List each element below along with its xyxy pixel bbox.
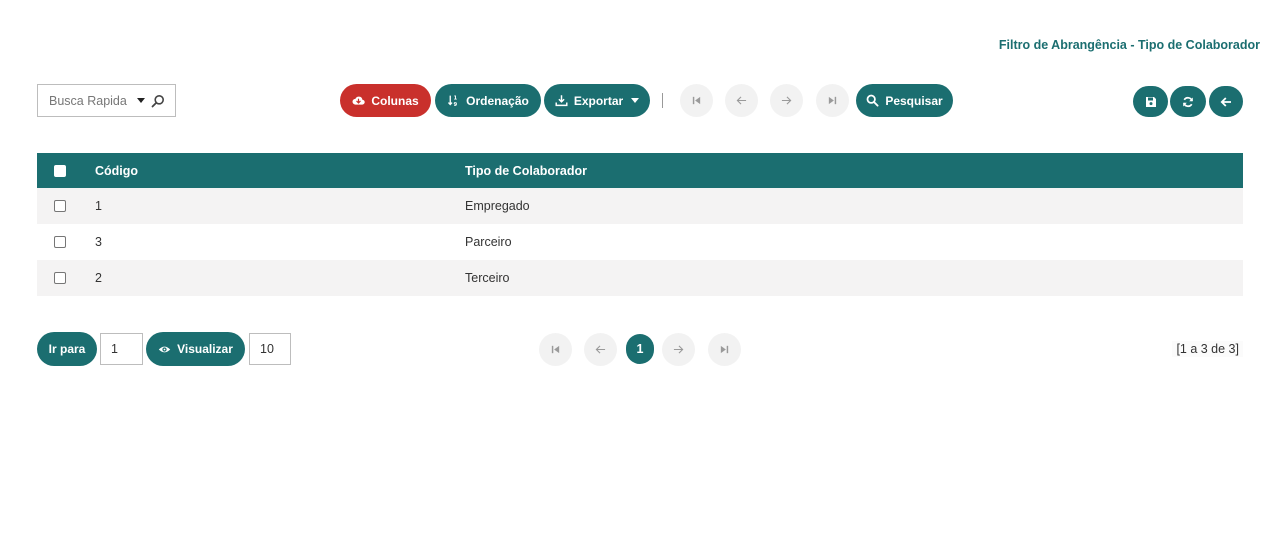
quick-search-input[interactable]	[49, 93, 129, 108]
table-row[interactable]: 1 Empregado	[37, 188, 1243, 224]
next-page-button[interactable]	[770, 84, 803, 117]
cell-codigo: 1	[95, 199, 102, 213]
page-info: [1 a 3 de 3]	[1172, 341, 1243, 357]
eye-icon	[158, 346, 171, 352]
cloud-download-icon	[352, 96, 366, 105]
table-row[interactable]: 2 Terceiro	[37, 260, 1243, 296]
toolbar-divider	[662, 93, 663, 108]
page: Filtro de Abrangência - Tipo de Colabora…	[0, 0, 1281, 540]
search-button-label: Pesquisar	[885, 93, 943, 108]
first-page-icon	[551, 345, 560, 354]
cell-tipo-colaborador: Empregado	[465, 199, 530, 213]
chevron-down-icon[interactable]	[137, 98, 145, 103]
prev-page-icon	[736, 96, 747, 105]
last-page-button[interactable]	[708, 333, 741, 366]
goto-page-input[interactable]: 1	[100, 333, 143, 365]
table-row[interactable]: 3 Parceiro	[37, 224, 1243, 260]
first-page-button[interactable]	[539, 333, 572, 366]
next-page-icon	[673, 345, 684, 354]
current-page-number: 1	[636, 342, 644, 356]
sort-button[interactable]: 1 9 Ordenação	[435, 84, 541, 117]
cell-tipo-colaborador: Parceiro	[465, 235, 512, 249]
refresh-button[interactable]	[1170, 86, 1206, 117]
header-codigo[interactable]: Código	[95, 164, 138, 178]
svg-text:1: 1	[454, 96, 458, 102]
prev-page-button[interactable]	[584, 333, 617, 366]
cell-tipo-colaborador: Terceiro	[465, 271, 510, 285]
goto-page-value: 1	[111, 342, 118, 356]
prev-page-button[interactable]	[725, 84, 758, 117]
last-page-icon	[828, 96, 837, 105]
grid-header: Código Tipo de Colaborador	[37, 153, 1243, 188]
search-icon	[866, 94, 879, 107]
first-page-button[interactable]	[680, 84, 713, 117]
goto-page-button[interactable]: Ir para	[37, 332, 97, 366]
chevron-down-icon	[631, 98, 640, 103]
current-page-button[interactable]: 1	[626, 334, 654, 364]
save-button[interactable]	[1133, 86, 1168, 117]
row-checkbox[interactable]	[54, 200, 66, 212]
page-size-value: 10	[260, 342, 274, 356]
sort-label: Ordenação	[466, 93, 529, 108]
header-tipo-colaborador[interactable]: Tipo de Colaborador	[465, 164, 587, 178]
last-page-icon	[720, 345, 729, 354]
toolbar: Colunas 1 9 Ordenação Exportar	[37, 84, 1243, 117]
prev-page-icon	[595, 345, 606, 354]
row-checkbox[interactable]	[54, 236, 66, 248]
next-page-icon	[781, 96, 792, 105]
view-label: Visualizar	[177, 342, 233, 356]
save-icon	[1145, 96, 1156, 107]
cell-codigo: 3	[95, 235, 102, 249]
quick-search[interactable]	[37, 84, 176, 117]
pagination-footer: Ir para 1 Visualizar 10 1 [1 a 3 de 3]	[37, 332, 1243, 366]
next-page-button[interactable]	[662, 333, 695, 366]
cell-codigo: 2	[95, 271, 102, 285]
svg-text:9: 9	[454, 102, 458, 107]
page-size-input[interactable]: 10	[249, 333, 291, 365]
back-arrow-icon	[1220, 96, 1231, 107]
last-page-button[interactable]	[816, 84, 849, 117]
goto-label: Ir para	[48, 342, 86, 356]
search-icon[interactable]	[151, 94, 165, 108]
columns-label: Colunas	[371, 93, 419, 108]
download-icon	[555, 95, 568, 107]
view-button[interactable]: Visualizar	[146, 332, 245, 366]
first-page-icon	[692, 96, 701, 105]
page-title: Filtro de Abrangência - Tipo de Colabora…	[998, 38, 1260, 52]
data-grid: Código Tipo de Colaborador 1 Empregado 3…	[37, 153, 1243, 296]
back-button[interactable]	[1209, 86, 1243, 117]
export-label: Exportar	[573, 93, 624, 108]
columns-button[interactable]: Colunas	[340, 84, 431, 117]
export-button[interactable]: Exportar	[544, 84, 650, 117]
select-all-checkbox[interactable]	[54, 165, 66, 177]
row-checkbox[interactable]	[54, 272, 66, 284]
search-button[interactable]: Pesquisar	[856, 84, 953, 117]
sort-icon: 1 9	[448, 95, 458, 107]
refresh-icon	[1183, 96, 1193, 107]
